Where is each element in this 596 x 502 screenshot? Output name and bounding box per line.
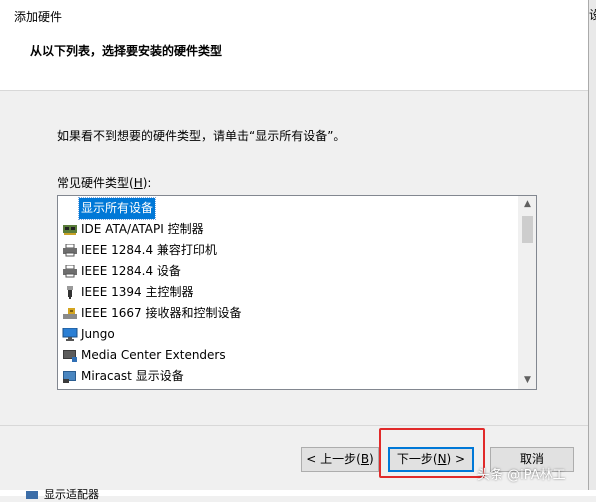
list-label-suffix: ):	[142, 176, 152, 190]
list-item-label: IDE ATA/ATAPI 控制器	[81, 222, 204, 236]
list-item-jungo[interactable]: Jungo	[58, 324, 519, 345]
next-button-highlight-box	[379, 428, 485, 478]
list-item-ide-controller[interactable]: IDE ATA/ATAPI 控制器	[58, 219, 519, 240]
list-item-label: Miracast 显示设备	[81, 369, 184, 383]
scroll-down-arrow-icon[interactable]: ▼	[519, 372, 536, 389]
list-label-access-key: H	[133, 176, 143, 190]
list-item-ieee-1284-printer[interactable]: IEEE 1284.4 兼容打印机	[58, 240, 519, 261]
background-device-manager-item: 显示适配器	[26, 486, 99, 502]
background-item-label: 显示适配器	[44, 488, 99, 501]
watermark-text: 头条 @iPA林工	[477, 468, 566, 483]
back-button-suffix: )	[369, 452, 374, 466]
usb-drive-icon	[63, 308, 77, 319]
list-item-label: IEEE 1284.4 设备	[81, 264, 181, 278]
list-item-label: IEEE 1394 主控制器	[81, 285, 194, 299]
back-button-prefix: < 上一步(	[306, 452, 361, 466]
hardware-type-rows: 显示所有设备 IDE ATA/ATAPI 控制器 IEEE 1284.4 兼容打…	[58, 197, 519, 387]
list-item-label: Media Center Extenders	[81, 348, 226, 362]
media-device-icon	[63, 350, 77, 362]
printer-icon	[63, 265, 77, 278]
list-item-show-all-devices[interactable]: 显示所有设备	[58, 197, 519, 220]
list-item-ieee-1394-controller[interactable]: IEEE 1394 主控制器	[58, 282, 519, 303]
list-item-label: 显示所有设备	[77, 197, 157, 220]
list-item-media-center-extenders[interactable]: Media Center Extenders	[58, 345, 519, 366]
footer-divider	[0, 425, 588, 426]
add-hardware-dialog: 添加硬件 从以下列表，选择要安装的硬件类型 如果看不到想要的硬件类型，请单击“显…	[0, 0, 589, 491]
list-item-ieee-1667-device[interactable]: IEEE 1667 接收器和控制设备	[58, 303, 519, 324]
display-adapter-icon	[26, 491, 38, 499]
list-item-ieee-1284-device[interactable]: IEEE 1284.4 设备	[58, 261, 519, 282]
list-item-label: IEEE 1667 接收器和控制设备	[81, 306, 242, 320]
printer-icon	[63, 244, 77, 257]
scrollbar-thumb[interactable]	[522, 216, 533, 243]
background-partial-text: 设	[589, 8, 596, 22]
list-item-label: Jungo	[81, 327, 115, 341]
window-title: 添加硬件	[14, 10, 63, 24]
instruction-text: 如果看不到想要的硬件类型，请单击“显示所有设备”。	[57, 129, 346, 143]
display-device-icon	[63, 371, 76, 383]
list-item-miracast-display[interactable]: Miracast 显示设备	[58, 366, 519, 387]
wizard-heading: 从以下列表，选择要安装的硬件类型	[30, 44, 223, 58]
list-label: 常见硬件类型(H):	[57, 174, 151, 191]
title-bar[interactable]: 添加硬件	[0, 0, 588, 30]
usb-plug-icon	[67, 286, 73, 299]
background-window-edge: 设	[589, 0, 596, 496]
list-scrollbar[interactable]: ▲ ▼	[518, 196, 536, 389]
back-button[interactable]: < 上一步(B)	[301, 447, 379, 472]
back-button-access-key: B	[360, 452, 370, 466]
ide-controller-icon	[63, 225, 77, 235]
wizard-header: 从以下列表，选择要安装的硬件类型	[0, 30, 588, 91]
monitor-icon	[62, 328, 78, 341]
list-label-prefix: 常见硬件类型(	[57, 176, 134, 190]
hardware-type-listbox[interactable]: 显示所有设备 IDE ATA/ATAPI 控制器 IEEE 1284.4 兼容打…	[57, 195, 537, 390]
scroll-up-arrow-icon[interactable]: ▲	[519, 196, 536, 213]
list-item-label: IEEE 1284.4 兼容打印机	[81, 243, 217, 257]
